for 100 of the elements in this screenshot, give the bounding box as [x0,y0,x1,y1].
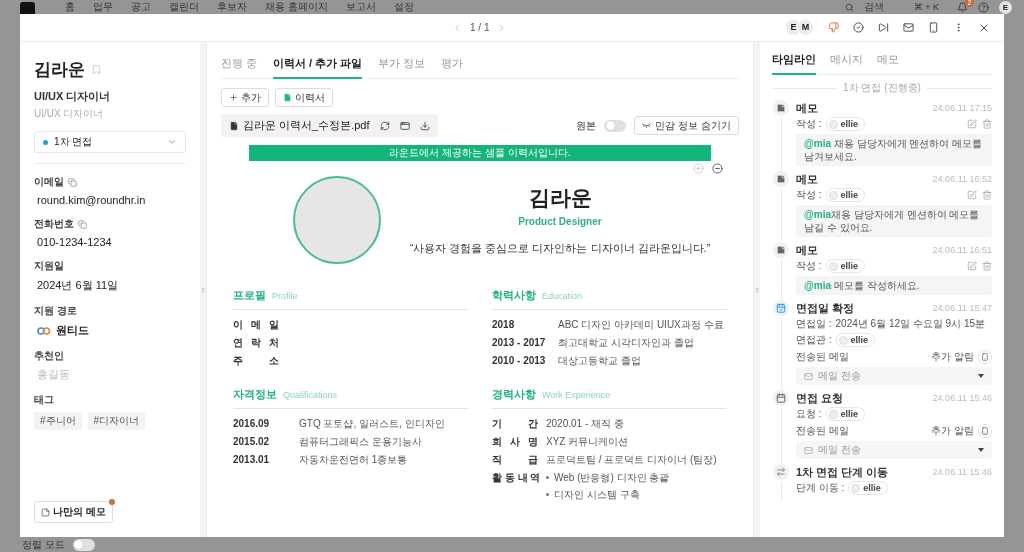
avatar-icon [828,119,838,129]
skip-forward-icon[interactable] [878,22,889,33]
app-logo-icon[interactable] [20,2,35,14]
row-label: 2010 - 2013 [492,354,547,367]
candidate-name: 김라운 [34,59,85,81]
tab[interactable]: 진행 중 [221,50,258,79]
row-value: 컴퓨터그래픽스 운용기능사 [299,435,423,448]
copy-icon[interactable] [68,177,77,187]
event-label: 전송된 메일 [796,349,849,364]
nav-link[interactable]: 공고 [131,0,151,14]
mail-icon[interactable] [903,22,914,33]
stage-divider-label: 1차 면접 (진행중) [843,81,921,95]
copy-icon[interactable] [78,219,87,229]
help-icon[interactable] [978,1,989,13]
row-label: 2016.09 [233,417,271,430]
toggle-switch[interactable] [604,119,627,132]
mail-dropdown[interactable]: 메일 전송 [796,441,992,459]
tab[interactable]: 메모 [877,46,899,75]
shortcut-hint: ⌘ + K [913,2,939,12]
event-time: 24.06.11 15:46 [932,467,992,477]
drag-handle-icon[interactable] [200,285,206,294]
extra-alert-button[interactable]: 추가 알림 [931,349,992,364]
row-value: ABC 디자인 아카데미 UIUX과정 수료 [558,318,725,331]
event-title: 메모 [796,100,818,116]
window-icon[interactable] [399,120,410,131]
mail-dropdown[interactable]: 메일 전송 [796,367,992,385]
trash-icon[interactable] [982,190,992,200]
user-avatar[interactable]: E [999,0,1012,14]
event-value: 2024년 6월 12일 수요일 9시 15분 [835,317,986,331]
resume-role: Product Designer [518,216,602,227]
edit-icon[interactable] [967,119,977,129]
source-name: 원티드 [56,323,89,338]
candidate-position: UI/UX 디자이너 [34,89,112,104]
avatar-icon [828,261,838,271]
drag-handle-icon[interactable] [754,285,760,294]
nav-link[interactable]: 채용 홈페이지 [265,0,328,14]
nav-link[interactable]: 홈 [65,0,75,14]
row-value: 최고대학교 시각디자인과 졸업 [558,336,695,349]
nav-link[interactable]: 설정 [393,0,414,14]
candidate-position-subtitle: UI/UX 디자이너 [34,107,105,121]
thumbs-down-icon[interactable] [828,22,839,33]
event-label: 요청 : [796,407,822,421]
zoom-out-icon[interactable] [712,163,723,174]
row-label: 이 메 일 [233,318,279,331]
resume-name: 김라운 [528,185,592,211]
trash-icon[interactable] [982,119,992,129]
event-title: 1차 면접 단계 이동 [796,464,889,480]
edit-icon[interactable] [967,261,977,271]
toggle-label: 원본 [576,118,597,133]
stage-dropdown[interactable]: 1차 면접 [34,131,186,153]
bullet-icon [546,476,549,479]
nav-link[interactable]: 캘린더 [169,0,199,14]
note-icon [773,100,789,116]
avatar-icon [838,335,848,345]
search-icon [844,2,854,12]
download-icon[interactable] [419,120,430,131]
field-label: 태그 [34,393,54,407]
event-title: 메모 [796,242,818,258]
tag-chip: #디자이너 [87,412,146,430]
referrer-field[interactable]: 홍길동 [34,368,186,380]
tab[interactable]: 타임라인 [772,46,816,75]
event-time: 24.06.11 16:52 [932,174,992,184]
edit-icon[interactable] [967,190,977,200]
nav-link[interactable]: 후보자 [217,0,247,14]
resume-quote: “사용자 경험을 중심으로 디자인하는 디자이너 김라운입니다.” [409,241,711,256]
field-label: 지원 경로 [34,304,77,318]
tab[interactable]: 평가 [441,50,464,79]
tab[interactable]: 메시지 [830,46,863,75]
my-memo-button[interactable]: 나만의 메모 [34,501,113,523]
field-label: 이메일 [34,175,64,189]
bell-icon[interactable] [957,1,968,13]
row-label: 2013 - 2017 [492,336,547,349]
extra-alert-button[interactable]: 추가 알림 [931,423,992,438]
caret-icon [978,374,984,378]
hide-sensitive-button[interactable]: 민감 정보 숨기기 [634,116,739,135]
row-value: GTQ 포토샵, 일러스트, 인디자인 [299,417,446,430]
nav-link[interactable]: 업무 [93,0,113,14]
row-label: 연 락 처 [233,336,279,349]
event-title: 면접일 확정 [796,300,855,316]
field-value: round.kim@roundhr.in [36,194,147,206]
check-circle-icon[interactable] [853,22,864,33]
smartphone-icon[interactable] [928,22,939,33]
toggle-switch[interactable] [72,538,95,551]
section-subtitle: Qualifications [283,390,338,400]
memo-text: @mia 채용 담당자에게 멘션하여 메모를 남겨보세요. [796,134,992,166]
row-value: 디자인 시스템 구축 [554,488,640,501]
trash-icon[interactable] [982,261,992,271]
row-value: XYZ 커뮤니케이션 [546,435,630,448]
previous-icon[interactable] [452,22,462,33]
section-subtitle: Profile [272,291,298,301]
tab[interactable]: 부가 정보 [378,50,426,79]
file-button[interactable]: 이력서 [275,88,333,107]
mail-icon [804,445,813,455]
status-dot-icon [43,139,48,145]
search-field[interactable]: 검색 [863,1,904,13]
bookmark-icon[interactable] [91,64,102,75]
add-button[interactable]: 추가 [221,88,269,107]
nav-link[interactable]: 보고서 [345,0,376,14]
tab[interactable]: 이력서 / 추가 파일 [273,50,363,79]
refresh-icon[interactable] [379,120,390,131]
